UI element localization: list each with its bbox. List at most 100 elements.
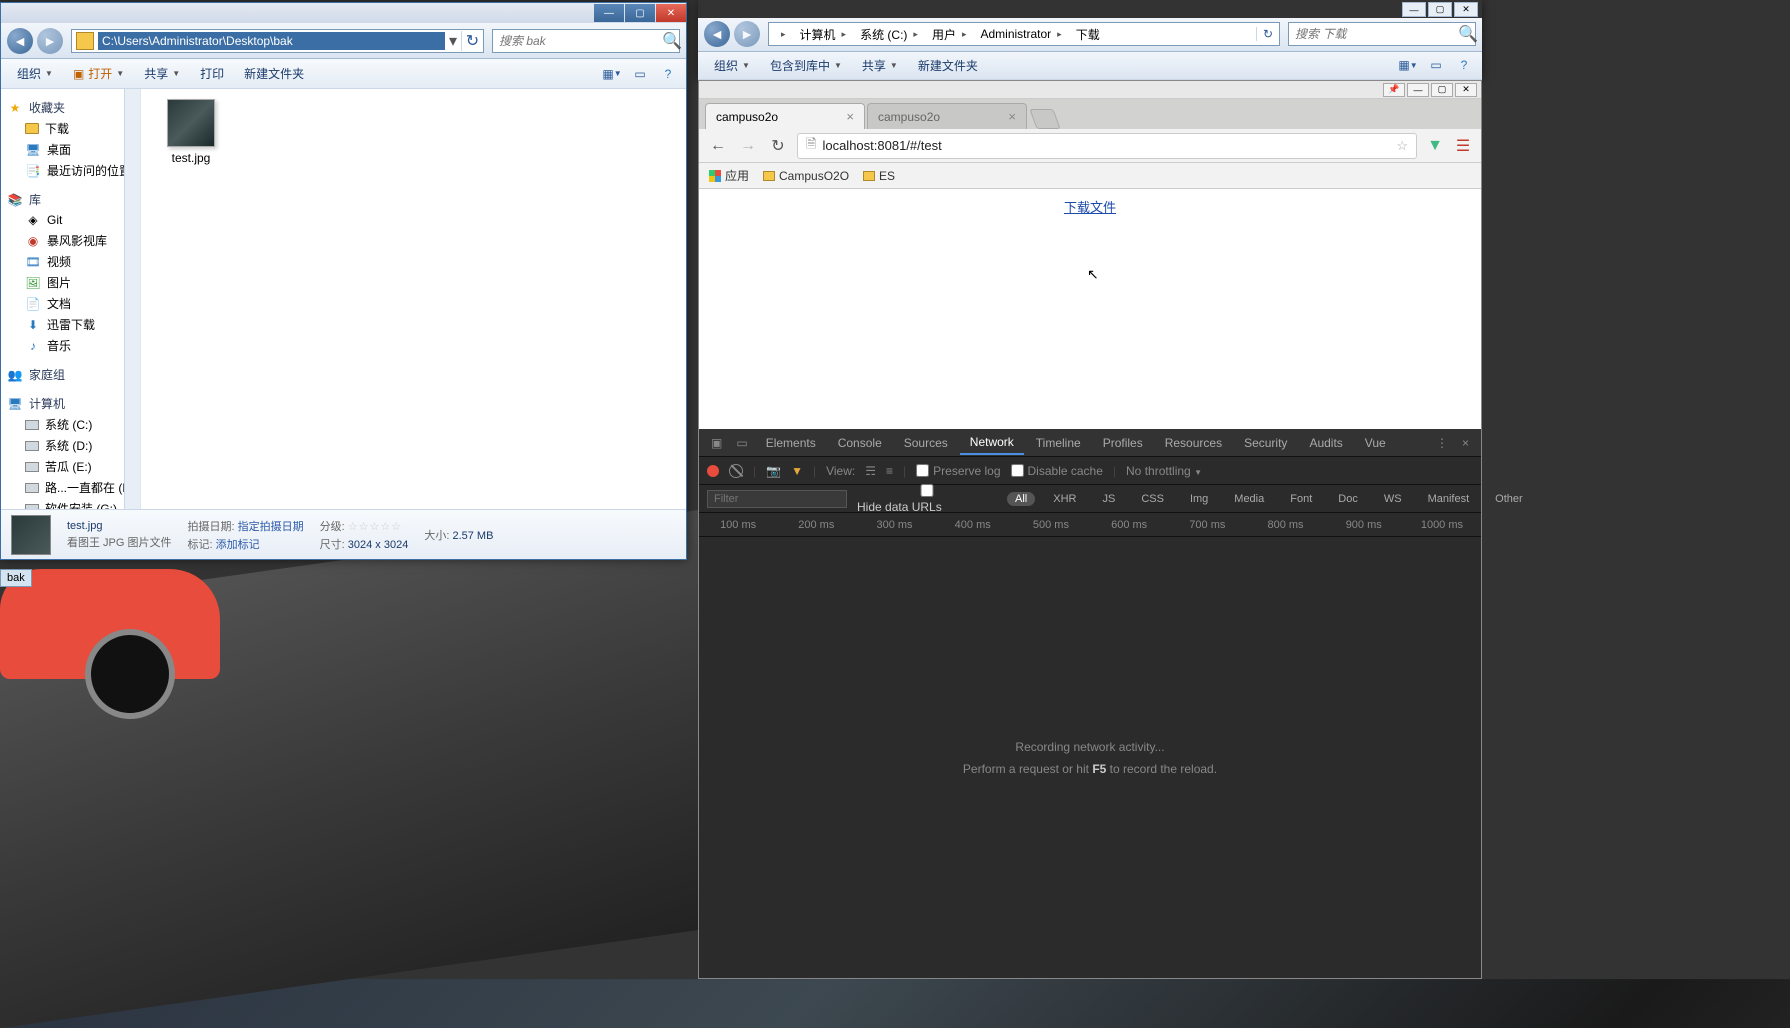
network-timeline[interactable]: 100 ms 200 ms 300 ms 400 ms 500 ms 600 m… [699,513,1481,537]
filter-js[interactable]: JS [1094,492,1123,506]
vue-devtools-icon[interactable]: ▼ [1425,136,1445,156]
close-button[interactable]: ✕ [1455,83,1477,97]
sidebar-item-baofeng[interactable]: ◉暴风影视库 [1,230,140,251]
forward-button[interactable]: ► [734,21,760,47]
share-button[interactable]: 共享▼ [136,63,188,84]
disable-cache-checkbox[interactable]: Disable cache [1011,464,1103,478]
sidebar-computer[interactable]: 🖥计算机 [1,393,140,414]
filter-ws[interactable]: WS [1376,492,1410,506]
capture-screenshot-icon[interactable]: 📷 [766,464,781,478]
sidebar-item-downloads[interactable]: 下载 [1,118,140,139]
refresh-button[interactable]: ↻ [1256,27,1279,41]
tab-network[interactable]: Network [960,431,1024,455]
view-options-icon[interactable]: ▦▼ [602,64,622,84]
sidebar-item-music[interactable]: ♪音乐 [1,335,140,356]
sidebar-homegroup[interactable]: 👥家庭组 [1,364,140,385]
filter-media[interactable]: Media [1226,492,1272,506]
reload-button[interactable]: ↻ [767,135,789,157]
sidebar-favorites[interactable]: ★收藏夹 [1,97,140,118]
open-button[interactable]: ▣打开▼ [65,63,132,84]
crumb-administrator[interactable]: Administrator▸ [974,23,1069,45]
address-bar[interactable]: ▾ ↻ [71,29,484,53]
tab-sources[interactable]: Sources [894,432,958,454]
tab-vue[interactable]: Vue [1355,432,1396,454]
tags-value[interactable]: 添加标记 [216,539,260,551]
filter-input[interactable] [707,490,847,508]
bookmark-star-icon[interactable]: ☆ [1396,138,1408,154]
preview-pane-icon[interactable]: ▭ [1426,55,1446,75]
pin-button[interactable]: 📌 [1383,83,1405,97]
crumb-downloads[interactable]: 下载 [1070,23,1106,45]
help-icon[interactable]: ? [1454,55,1474,75]
tab-console[interactable]: Console [828,432,892,454]
sidebar-item-documents[interactable]: 📄文档 [1,293,140,314]
search-input[interactable] [1289,25,1458,43]
minimize-button[interactable]: — [1407,83,1429,97]
devtools-menu-icon[interactable]: ⋮ [1430,436,1454,450]
close-tab-icon[interactable]: × [846,109,854,124]
file-list[interactable]: test.jpg [141,89,686,509]
tab-campuso2o-active[interactable]: campuso2o × [705,103,865,129]
filter-doc[interactable]: Doc [1330,492,1366,506]
search-input[interactable] [493,32,662,50]
organize-button[interactable]: 组织▼ [9,63,61,84]
sidebar-scrollbar[interactable] [124,89,140,509]
maximize-button[interactable]: ▢ [625,4,655,22]
tab-campuso2o-inactive[interactable]: campuso2o × [867,103,1027,129]
crumb-drive-c[interactable]: 系统 (C:)▸ [854,23,926,45]
breadcrumb[interactable]: ▸ 计算机▸ 系统 (C:)▸ 用户▸ Administrator▸ 下载 ↻ [768,22,1280,46]
preserve-log-checkbox[interactable]: Preserve log [916,464,1000,478]
crumb-users[interactable]: 用户▸ [926,23,975,45]
sidebar-item-videos[interactable]: 🎞视频 [1,251,140,272]
tab-security[interactable]: Security [1234,432,1297,454]
sidebar-libraries[interactable]: 📚库 [1,189,140,210]
filter-toggle-icon[interactable]: ▼ [791,464,803,478]
tab-audits[interactable]: Audits [1299,432,1352,454]
device-toggle-icon[interactable]: ▭ [730,436,753,450]
view-small-icon[interactable]: ≡ [886,464,893,478]
filter-manifest[interactable]: Manifest [1420,492,1478,506]
hide-data-urls-checkbox[interactable]: Hide data URLs [857,484,997,514]
sidebar-item-drive-g[interactable]: 软件安装 (G:) [1,498,140,509]
forward-button[interactable]: → [737,135,759,157]
new-folder-button[interactable]: 新建文件夹 [910,55,986,76]
new-tab-button[interactable] [1029,109,1060,129]
sidebar-item-recent[interactable]: 📑最近访问的位置 [1,160,140,181]
crumb-folder-icon[interactable]: ▸ [769,23,794,45]
filter-other[interactable]: Other [1487,492,1531,506]
address-dropdown[interactable]: ▾ [445,31,461,51]
bookmark-es[interactable]: ES [863,169,895,183]
filter-all[interactable]: All [1007,492,1035,506]
minimize-button[interactable]: — [594,4,624,22]
devtools-close-icon[interactable]: × [1456,436,1475,450]
filter-css[interactable]: CSS [1133,492,1172,506]
back-button[interactable]: ◄ [7,28,33,54]
search-bar[interactable]: 🔍 [1288,22,1476,46]
inspect-icon[interactable]: ▣ [705,436,728,450]
file-item-test-jpg[interactable]: test.jpg [151,99,231,165]
sidebar-item-drive-d[interactable]: 系统 (D:) [1,435,140,456]
share-button[interactable]: 共享▼ [854,55,906,76]
back-button[interactable]: ← [707,135,729,157]
search-icon[interactable]: 🔍 [1458,24,1478,44]
download-file-link[interactable]: 下载文件 [1064,200,1116,215]
filter-xhr[interactable]: XHR [1045,492,1084,506]
forward-button[interactable]: ► [37,28,63,54]
view-large-icon[interactable]: ☴ [865,464,876,478]
tab-elements[interactable]: Elements [756,432,826,454]
sidebar-item-desktop[interactable]: 🖥桌面 [1,139,140,160]
menu-icon[interactable]: ☰ [1453,136,1473,156]
sidebar-item-xunlei[interactable]: ⬇迅雷下载 [1,314,140,335]
search-bar[interactable]: 🔍 [492,29,680,53]
bookmark-campuso2o[interactable]: CampusO2O [763,169,849,183]
taskbar-folder-bak[interactable]: bak [0,569,32,587]
address-input[interactable] [98,32,445,50]
apps-button[interactable]: 应用 [709,167,749,184]
tab-profiles[interactable]: Profiles [1093,432,1153,454]
filter-font[interactable]: Font [1282,492,1320,506]
sidebar-item-drive-f[interactable]: 路...一直都在 (F:) [1,477,140,498]
sidebar-item-drive-e[interactable]: 苦瓜 (E:) [1,456,140,477]
url-box[interactable]: 🗎 localhost:8081/#/test ☆ [797,133,1417,159]
record-button[interactable] [707,465,719,477]
new-folder-button[interactable]: 新建文件夹 [236,63,312,84]
